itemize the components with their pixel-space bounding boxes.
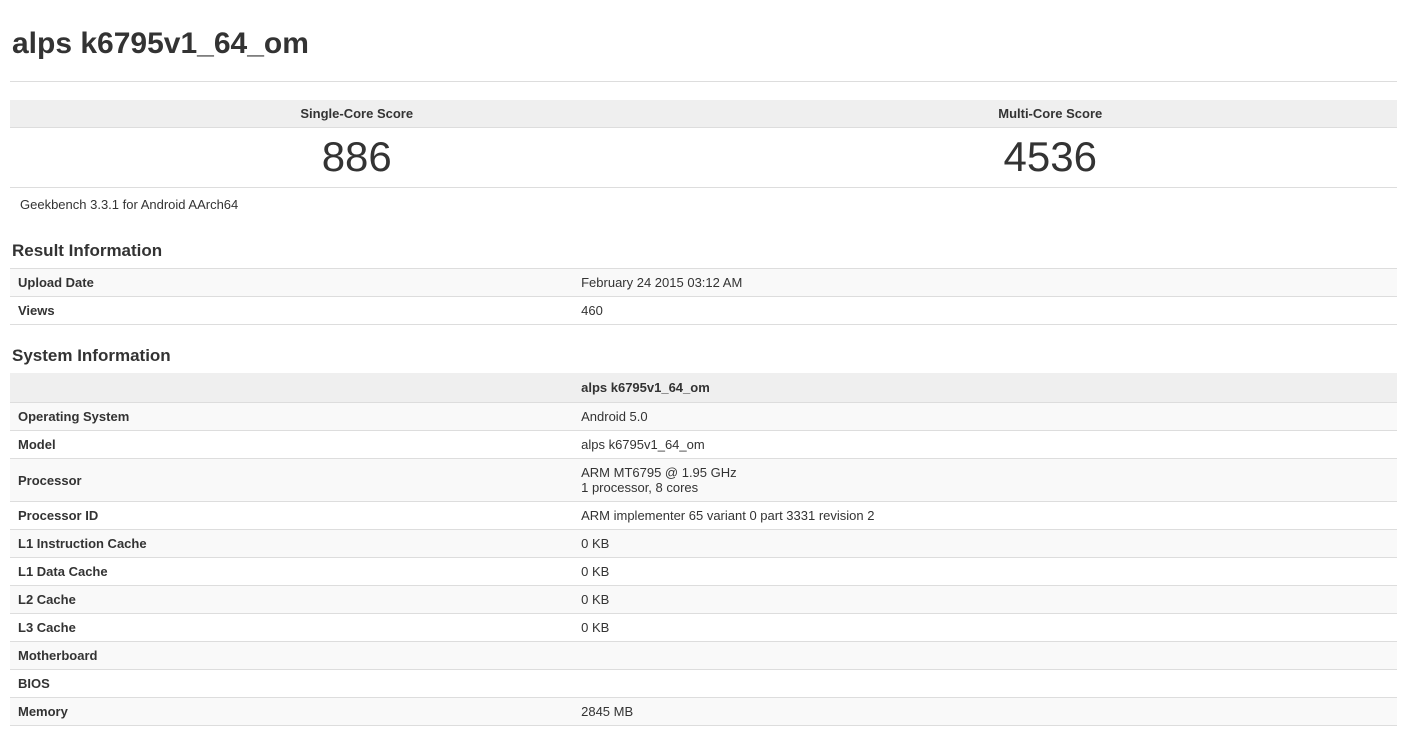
row-value-line: 0 KB [581, 592, 1389, 607]
table-row: BIOS [10, 670, 1397, 698]
row-value: 0 KB [573, 558, 1397, 586]
geekbench-result-page: alps k6795v1_64_om Single-Core Score Mul… [0, 0, 1418, 731]
scores-header-row: Single-Core Score Multi-Core Score [10, 100, 1397, 128]
row-value-line: alps k6795v1_64_om [581, 437, 1389, 452]
row-label: Views [10, 297, 573, 325]
row-value: 460 [573, 297, 1397, 325]
system-information-heading: System Information [12, 346, 1397, 366]
row-value-line: February 24 2015 03:12 AM [581, 275, 1389, 290]
row-value-line [581, 676, 1389, 691]
row-label: L1 Data Cache [10, 558, 573, 586]
system-information-header-spacer [10, 373, 573, 403]
table-row: Memory 2845 MB [10, 698, 1397, 726]
row-label: L1 Instruction Cache [10, 530, 573, 558]
system-information-table: alps k6795v1_64_om Operating System Andro… [10, 373, 1397, 726]
table-row: L1 Data Cache 0 KB [10, 558, 1397, 586]
page-title: alps k6795v1_64_om [12, 27, 1397, 60]
table-row: Motherboard [10, 642, 1397, 670]
row-label: Processor ID [10, 502, 573, 530]
row-value-line: 460 [581, 303, 1389, 318]
content-container: alps k6795v1_64_om Single-Core Score Mul… [10, 27, 1397, 726]
row-value-line: 0 KB [581, 620, 1389, 635]
row-value-line: ARM implementer 65 variant 0 part 3331 r… [581, 508, 1389, 523]
row-value: Android 5.0 [573, 403, 1397, 431]
row-label: Motherboard [10, 642, 573, 670]
row-label: Memory [10, 698, 573, 726]
single-core-score-header: Single-Core Score [10, 100, 704, 128]
row-label: Upload Date [10, 269, 573, 297]
row-value: 2845 MB [573, 698, 1397, 726]
row-value-line: 0 KB [581, 564, 1389, 579]
result-information-heading: Result Information [12, 241, 1397, 261]
row-value-line: 1 processor, 8 cores [581, 480, 1389, 495]
row-value: 0 KB [573, 530, 1397, 558]
row-value [573, 642, 1397, 670]
row-value-line: ARM MT6795 @ 1.95 GHz [581, 465, 1389, 480]
benchmark-version-note: Geekbench 3.3.1 for Android AArch64 [10, 188, 1397, 212]
row-value [573, 670, 1397, 698]
row-label: BIOS [10, 670, 573, 698]
row-label: Operating System [10, 403, 573, 431]
row-label: Model [10, 431, 573, 459]
row-value-line: 2845 MB [581, 704, 1389, 719]
multi-core-score-header: Multi-Core Score [704, 100, 1398, 128]
scores-value-row: 886 4536 [10, 128, 1397, 188]
table-row: Upload Date February 24 2015 03:12 AM [10, 269, 1397, 297]
row-value-line: 0 KB [581, 536, 1389, 551]
table-row: Operating System Android 5.0 [10, 403, 1397, 431]
system-information-device-name: alps k6795v1_64_om [573, 373, 1397, 403]
scores-table: Single-Core Score Multi-Core Score 886 4… [10, 100, 1397, 188]
table-row: L2 Cache 0 KB [10, 586, 1397, 614]
result-information-table: Upload Date February 24 2015 03:12 AM View… [10, 268, 1397, 325]
row-value: 0 KB [573, 614, 1397, 642]
row-value: ARM implementer 65 variant 0 part 3331 r… [573, 502, 1397, 530]
row-label: L2 Cache [10, 586, 573, 614]
row-label: Processor [10, 459, 573, 502]
table-row: L3 Cache 0 KB [10, 614, 1397, 642]
row-value: February 24 2015 03:12 AM [573, 269, 1397, 297]
table-row: L1 Instruction Cache 0 KB [10, 530, 1397, 558]
table-row: Views 460 [10, 297, 1397, 325]
row-value: ARM MT6795 @ 1.95 GHz1 processor, 8 core… [573, 459, 1397, 502]
row-value: 0 KB [573, 586, 1397, 614]
table-row: Processor ID ARM implementer 65 variant 0… [10, 502, 1397, 530]
title-divider [10, 81, 1397, 82]
row-value-line: Android 5.0 [581, 409, 1389, 424]
system-information-header-row: alps k6795v1_64_om [10, 373, 1397, 403]
table-row: ProcessorARM MT6795 @ 1.95 GHz1 processo… [10, 459, 1397, 502]
table-row: Model alps k6795v1_64_om [10, 431, 1397, 459]
row-label: L3 Cache [10, 614, 573, 642]
multi-core-score-value: 4536 [704, 128, 1398, 188]
row-value-line [581, 648, 1389, 663]
row-value: alps k6795v1_64_om [573, 431, 1397, 459]
single-core-score-value: 886 [10, 128, 704, 188]
